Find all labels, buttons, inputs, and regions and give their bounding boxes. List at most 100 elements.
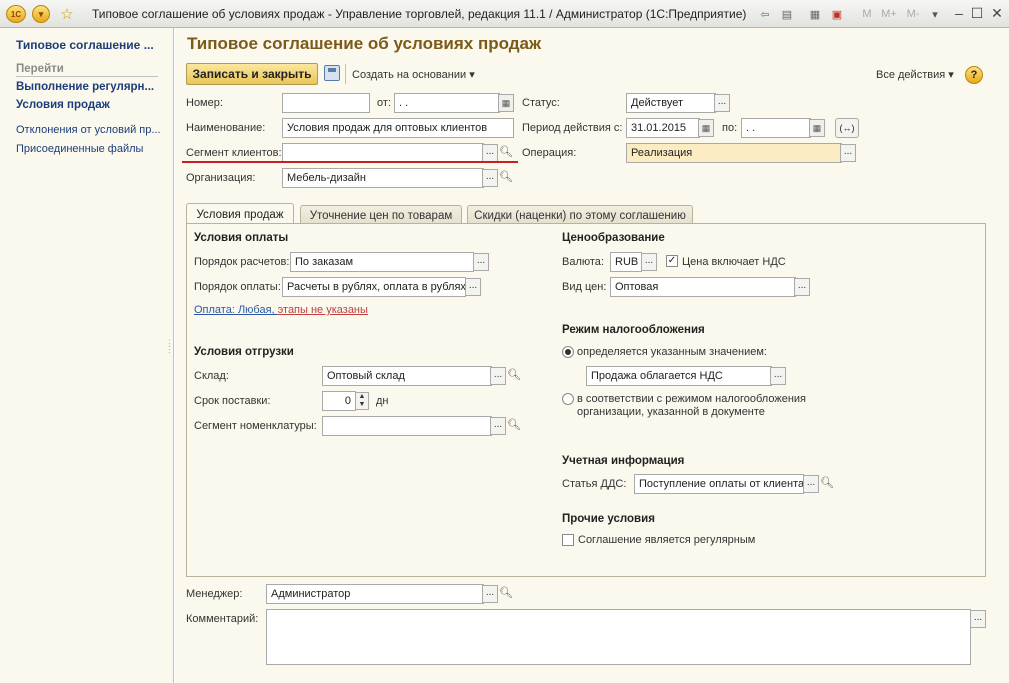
delivery-stepper[interactable]: ▲ ▼ (355, 392, 369, 410)
regular-agreement-checkbox[interactable] (562, 534, 574, 546)
number-field[interactable] (282, 93, 370, 113)
tax-regime-field[interactable]: Продажа облагается НДС (586, 366, 772, 386)
dds-select-button[interactable]: ... (803, 475, 819, 493)
settlement-order-select-button[interactable]: ... (473, 253, 489, 271)
sidebar-link-attached-files[interactable]: Присоединенные файлы (16, 143, 161, 155)
calendar-icon[interactable]: ▦ (498, 94, 514, 112)
search-icon[interactable]: 🔍︎ (498, 585, 514, 603)
page-title: Типовое соглашение об условиях продаж (187, 34, 542, 53)
sidebar-title[interactable]: Типовое соглашение ... (16, 38, 161, 52)
go-back-icon[interactable]: ⇦ (756, 5, 774, 23)
status-field[interactable]: Действует (626, 93, 716, 113)
create-based-on-menu[interactable]: Создать на основании ▾ (352, 68, 475, 81)
pricing-section-title: Ценообразование (562, 232, 665, 244)
tab-price-clarification[interactable]: Уточнение цен по товарам (300, 205, 462, 225)
dds-article-label: Статья ДДС: (562, 478, 627, 490)
price-type-field[interactable]: Оптовая (610, 277, 796, 297)
segment-select-button[interactable]: ... (482, 144, 498, 162)
chevron-down-icon: ▾ (469, 69, 475, 81)
tax-option-organization-radio[interactable] (562, 393, 574, 405)
customer-segment-field[interactable] (282, 143, 484, 163)
payment-any-link[interactable]: Оплата: Любая, (194, 304, 278, 316)
calendar-icon[interactable]: ▦ (809, 119, 825, 137)
payment-link[interactable]: Оплата: Любая, этапы не указаны (194, 304, 368, 316)
tax-section-title: Режим налогообложения (562, 324, 705, 336)
settlement-order-field[interactable]: По заказам (290, 252, 474, 272)
tab-sales-conditions[interactable]: Условия продаж (186, 203, 294, 225)
date-field[interactable]: . . (394, 93, 500, 113)
currency-label: Валюта: (562, 256, 604, 268)
price-type-label: Вид цен: (562, 281, 607, 293)
sidebar-item-regular-execution[interactable]: Выполнение регулярн... (16, 81, 161, 93)
window-title: Типовое соглашение об условиях продаж - … (92, 7, 747, 21)
period-to-label: по: (722, 122, 738, 134)
accounting-section-title: Учетная информация (562, 455, 685, 467)
organization-select-button[interactable]: ... (482, 169, 498, 187)
tax-option-organization-label-2: организации, указанной в документе (577, 406, 765, 418)
manager-select-button[interactable]: ... (482, 585, 498, 603)
manager-field[interactable]: Администратор (266, 584, 484, 604)
toolbar-menu-icon[interactable]: ▾ (926, 5, 944, 23)
sidebar-goto-heading: Перейти (16, 63, 158, 77)
delivery-term-field[interactable]: 0 (322, 391, 356, 411)
warehouse-field[interactable]: Оптовый склад (322, 366, 492, 386)
comment-edit-button[interactable]: ... (970, 610, 986, 628)
annotation-underline (182, 161, 518, 163)
tax-regime-select-button[interactable]: ... (770, 367, 786, 385)
search-icon[interactable]: 🔍︎ (506, 367, 522, 385)
calculator-icon[interactable]: ▦ (806, 5, 824, 23)
tax-option-organization-label-1: в соответствии с режимом налогообложения (577, 393, 806, 405)
save-icon[interactable] (324, 65, 340, 81)
date-from-label: от: (377, 97, 391, 109)
operation-field[interactable]: Реализация (626, 143, 842, 163)
calendar-icon[interactable]: ▦ (698, 119, 714, 137)
save-and-close-button[interactable]: Записать и закрыть (186, 63, 318, 85)
search-icon[interactable]: 🔍︎ (498, 169, 514, 187)
period-from-label: Период действия с: (522, 122, 623, 134)
comment-field[interactable] (266, 609, 971, 665)
nomenclature-segment-field[interactable] (322, 416, 492, 436)
nomenclature-segment-label: Сегмент номенклатуры: (194, 420, 317, 432)
nomenclature-select-button[interactable]: ... (490, 417, 506, 435)
dds-article-field[interactable]: Поступление оплаты от клиента (634, 474, 804, 494)
sidebar-link-deviations[interactable]: Отклонения от условий пр... (16, 124, 161, 136)
app-logo-icon[interactable]: 1С (6, 5, 26, 23)
currency-select-button[interactable]: ... (641, 253, 657, 271)
payment-method-label: Порядок оплаты: (194, 281, 281, 293)
memory-mminus-icon[interactable]: M- (902, 5, 924, 23)
create-based-on-label: Создать на основании (352, 69, 467, 81)
all-actions-menu[interactable]: Все действия ▾ (876, 68, 954, 81)
search-icon[interactable]: 🔍︎ (506, 417, 522, 435)
price-type-select-button[interactable]: ... (794, 278, 810, 296)
tab-discounts[interactable]: Скидки (наценки) по этому соглашению (467, 205, 693, 225)
tax-option-specified-label: определяется указанным значением: (577, 346, 767, 358)
other-section-title: Прочие условия (562, 513, 655, 525)
name-field[interactable]: Условия продаж для оптовых клиентов (282, 118, 514, 138)
panel-resize-grip[interactable]: ⋮ ⋮ (165, 339, 174, 354)
calendar-icon[interactable]: ▣ (828, 5, 846, 23)
search-icon[interactable]: 🔍︎ (819, 475, 835, 493)
payment-method-select-button[interactable]: ... (465, 278, 481, 296)
favorite-star-icon[interactable]: ☆ (58, 5, 76, 23)
period-to-field[interactable]: . . (741, 118, 811, 138)
period-select-icon[interactable]: (↔) (835, 118, 859, 138)
payment-method-field[interactable]: Расчеты в рублях, оплата в рублях (282, 277, 466, 297)
search-icon[interactable]: 🔍︎ (498, 144, 514, 162)
memory-mplus-icon[interactable]: M+ (878, 5, 900, 23)
currency-field[interactable]: RUB (610, 252, 642, 272)
warehouse-select-button[interactable]: ... (490, 367, 506, 385)
document-icon[interactable]: ▤ (778, 5, 796, 23)
payment-stages-link[interactable]: этапы не указаны (278, 304, 368, 316)
close-icon[interactable]: ✕ (984, 3, 1009, 23)
vat-included-checkbox[interactable]: ✓ (666, 255, 678, 267)
organization-field[interactable]: Мебель-дизайн (282, 168, 484, 188)
period-from-field[interactable]: 31.01.2015 (626, 118, 700, 138)
sidebar-item-sales-conditions[interactable]: Условия продаж (16, 99, 161, 111)
help-icon[interactable]: ? (965, 66, 983, 84)
warehouse-label: Склад: (194, 370, 229, 382)
operation-select-button[interactable]: ... (840, 144, 856, 162)
memory-m-icon[interactable]: M (856, 5, 878, 23)
tax-option-specified-radio[interactable] (562, 346, 574, 358)
menu-dropdown-icon[interactable]: ▾ (32, 5, 50, 23)
status-select-button[interactable]: ... (714, 94, 730, 112)
